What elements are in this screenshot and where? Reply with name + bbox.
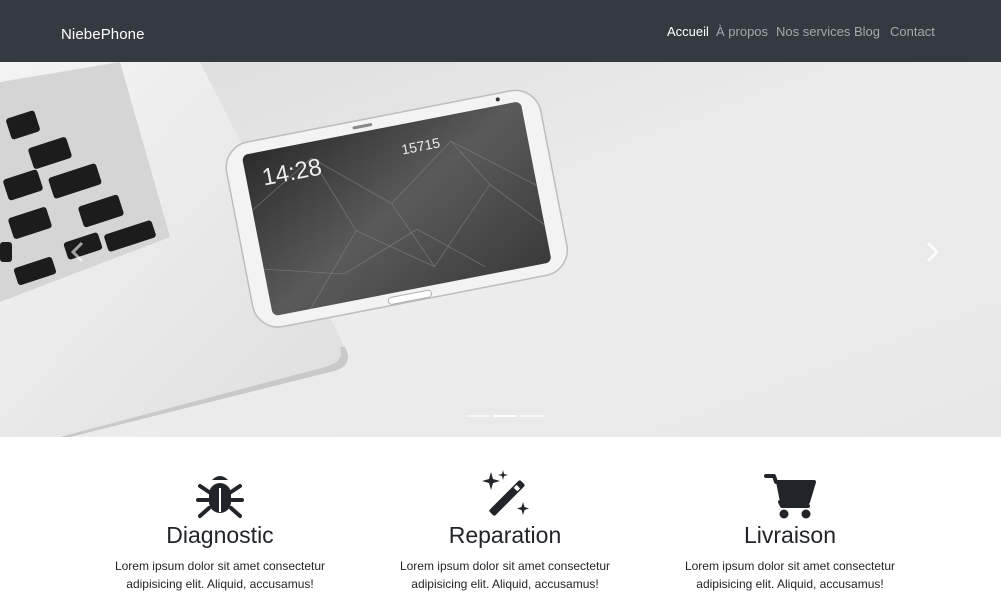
feature-description: Lorem ipsum dolor sit amet consectetur a… (684, 559, 896, 591)
nav-link-accueil[interactable]: Accueil (667, 24, 709, 39)
carousel-indicator-3[interactable] (520, 415, 544, 417)
feature-description: Lorem ipsum dolor sit amet consectetur a… (399, 559, 611, 591)
carousel-prev-button[interactable] (58, 232, 98, 272)
feature-livraison: Livraison Lorem ipsum dolor sit amet con… (640, 470, 940, 600)
carousel-indicator-2[interactable] (493, 415, 517, 417)
carousel-next-button[interactable] (912, 232, 952, 272)
chevron-left-icon (70, 241, 84, 263)
carousel-indicator-1[interactable] (466, 415, 490, 417)
nav-link-blog[interactable]: Blog (854, 24, 880, 39)
carousel-indicators (0, 415, 1001, 419)
chevron-right-icon (926, 241, 940, 263)
top-navbar: NiebePhone Accueil À propos Nos services… (0, 0, 1001, 62)
shopping-cart-icon (764, 474, 816, 519)
feature-title: Livraison (743, 522, 837, 548)
carousel-slide-image: 14:28 15715 (0, 62, 1001, 437)
feature-reparation: Reparation Lorem ipsum dolor sit amet co… (355, 470, 655, 600)
magic-wand-icon (482, 470, 529, 516)
feature-title: Diagnostic (166, 522, 274, 548)
feature-diagnostic: Diagnostic Lorem ipsum dolor sit amet co… (70, 470, 370, 600)
bug-icon (196, 476, 244, 518)
feature-title: Reparation (448, 522, 562, 548)
nav-link-nos-services[interactable]: Nos services (776, 24, 850, 39)
feature-description: Lorem ipsum dolor sit amet consectetur a… (114, 559, 326, 591)
nav-link-contact[interactable]: Contact (890, 24, 935, 39)
nav-links: Accueil À propos Nos services Blog Conta… (0, 24, 1001, 40)
hero-carousel: 14:28 15715 (0, 62, 1001, 437)
nav-link-a-propos[interactable]: À propos (716, 24, 768, 39)
